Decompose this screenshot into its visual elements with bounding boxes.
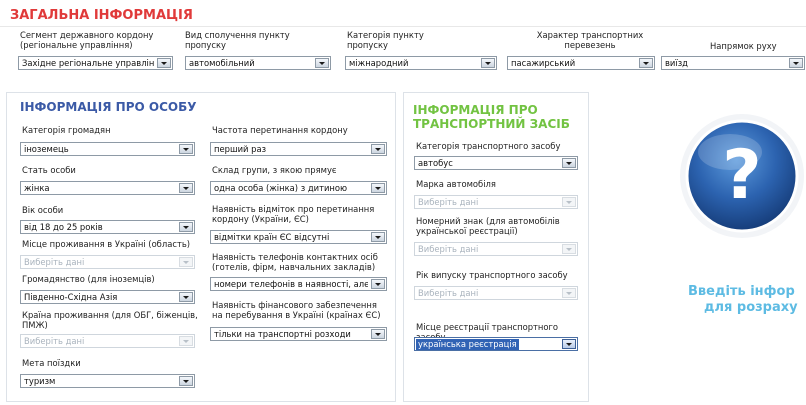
residence-country-select[interactable]: Виберіть дані — [20, 334, 195, 348]
dropdown-arrow-icon[interactable] — [371, 329, 385, 339]
dropdown-arrow-icon[interactable] — [179, 292, 193, 302]
hint-line2: для розраху — [704, 300, 798, 315]
sex-label: Стать особи — [22, 165, 76, 175]
phones-select[interactable]: номери телефонів в наявності, але не — [210, 277, 387, 291]
connection-select[interactable]: автомобільний — [185, 56, 331, 70]
dropdown-arrow-icon[interactable] — [562, 339, 576, 349]
dropdown-arrow-icon[interactable] — [562, 244, 576, 254]
residence-region-label: Місце проживання в Україні (область) — [22, 239, 191, 249]
category-select[interactable]: міжнародний — [345, 56, 497, 70]
general-divider — [0, 26, 806, 27]
vehicle-category-select[interactable]: автобус — [414, 156, 578, 170]
brand-label: Марка автомобіля — [416, 179, 496, 189]
transport-select[interactable]: пасажирський — [507, 56, 655, 70]
dropdown-arrow-icon[interactable] — [315, 58, 329, 68]
direction-label: Напрямок руху — [710, 41, 777, 51]
year-label: Рік випуску транспортного засобу — [416, 270, 568, 280]
vehicle-category-value: автобус — [418, 158, 453, 168]
frequency-select[interactable]: перший раз — [210, 142, 387, 156]
citizenship-value: Південно-Східна Азія — [24, 292, 118, 302]
citizenship-label: Громадянство (для іноземців) — [22, 274, 155, 284]
direction-value: виїзд — [665, 58, 688, 68]
stamps-select[interactable]: відмітки країн ЄС відсутні — [210, 230, 387, 244]
help-icon: ? — [660, 92, 806, 276]
svg-text:?: ? — [722, 136, 761, 215]
plate-select[interactable]: Виберіть дані — [414, 242, 578, 256]
dropdown-arrow-icon[interactable] — [562, 288, 576, 298]
connection-label: Вид сполучення пункту пропуску — [185, 30, 290, 50]
purpose-select[interactable]: туризм — [20, 374, 195, 388]
transport-label: Характер транспортних перевезень — [536, 30, 644, 50]
citizen-category-select[interactable]: іноземець — [20, 142, 195, 156]
residence-country-label: Країна проживання (для ОБГ, біженців, ПМ… — [22, 310, 198, 330]
purpose-value: туризм — [24, 376, 56, 386]
dropdown-arrow-icon[interactable] — [562, 197, 576, 207]
person-info-title: ІНФОРМАЦІЯ ПРО ОСОБУ — [20, 100, 197, 114]
plate-label: Номерний знак (для автомобілів українськ… — [416, 216, 560, 236]
sex-select[interactable]: жінка — [20, 181, 195, 195]
registration-select[interactable]: українська реєстрація — [414, 337, 578, 351]
group-select[interactable]: одна особа (жінка) з дитиною — [210, 181, 387, 195]
dropdown-arrow-icon[interactable] — [371, 279, 385, 289]
phones-value: номери телефонів в наявності, але не — [214, 279, 368, 289]
finance-label: Наявність фінансового забезпечення на пе… — [212, 300, 381, 320]
dropdown-arrow-icon[interactable] — [371, 144, 385, 154]
residence-region-select[interactable]: Виберіть дані — [20, 255, 195, 269]
segment-select[interactable]: Західне регіональне управлінн — [18, 56, 173, 70]
citizen-category-label: Категорія громадян — [22, 125, 111, 135]
dropdown-arrow-icon[interactable] — [179, 222, 193, 232]
segment-value: Західне регіональне управлінн — [22, 58, 154, 68]
category-label: Категорія пункту пропуску — [347, 30, 424, 50]
dropdown-arrow-icon[interactable] — [371, 183, 385, 193]
brand-select[interactable]: Виберіть дані — [414, 195, 578, 209]
age-label: Вік особи — [22, 205, 64, 215]
dropdown-arrow-icon[interactable] — [179, 183, 193, 193]
registration-value: українська реєстрація — [416, 339, 519, 350]
plate-value: Виберіть дані — [418, 244, 479, 254]
vehicle-category-label: Категорія транспортного засобу — [416, 141, 561, 151]
dropdown-arrow-icon[interactable] — [481, 58, 495, 68]
connection-value: автомобільний — [189, 58, 255, 68]
direction-select[interactable]: виїзд — [661, 56, 805, 70]
stamps-value: відмітки країн ЄС відсутні — [214, 232, 330, 242]
frequency-label: Частота перетинання кордону — [212, 125, 348, 135]
dropdown-arrow-icon[interactable] — [179, 144, 193, 154]
year-select[interactable]: Виберіть дані — [414, 286, 578, 300]
finance-select[interactable]: тільки на транспортні розходи — [210, 327, 387, 341]
purpose-label: Мета поїздки — [22, 358, 81, 368]
general-info-title: ЗАГАЛЬНА ІНФОРМАЦІЯ — [10, 8, 193, 23]
dropdown-arrow-icon[interactable] — [157, 58, 171, 68]
sex-value: жінка — [24, 183, 50, 193]
vehicle-title-line2: ТРАНСПОРТНИЙ ЗАСІБ — [413, 117, 570, 131]
citizenship-select[interactable]: Південно-Східна Азія — [20, 290, 195, 304]
year-value: Виберіть дані — [418, 288, 479, 298]
dropdown-arrow-icon[interactable] — [371, 232, 385, 242]
segment-label: Сегмент державного кордону (регіональне … — [20, 30, 154, 50]
group-value: одна особа (жінка) з дитиною — [214, 183, 348, 193]
stamps-label: Наявність відміток про перетинання кордо… — [212, 204, 375, 224]
transport-value: пасажирський — [511, 58, 576, 68]
residence-region-value: Виберіть дані — [24, 257, 85, 267]
age-value: від 18 до 25 років — [24, 222, 103, 232]
dropdown-arrow-icon[interactable] — [179, 376, 193, 386]
dropdown-arrow-icon[interactable] — [789, 58, 803, 68]
residence-country-value: Виберіть дані — [24, 336, 85, 346]
vehicle-title-line1: ІНФОРМАЦІЯ ПРО — [413, 103, 538, 117]
dropdown-arrow-icon[interactable] — [179, 257, 193, 267]
dropdown-arrow-icon[interactable] — [179, 336, 193, 346]
finance-value: тільки на транспортні розходи — [214, 329, 351, 339]
group-label: Склад групи, з якою прямує — [212, 165, 337, 175]
dropdown-arrow-icon[interactable] — [639, 58, 653, 68]
citizen-category-value: іноземець — [24, 144, 69, 154]
frequency-value: перший раз — [214, 144, 267, 154]
dropdown-arrow-icon[interactable] — [562, 158, 576, 168]
age-select[interactable]: від 18 до 25 років — [20, 220, 195, 234]
phones-label: Наявність телефонів контактних осіб (гот… — [212, 252, 378, 272]
brand-value: Виберіть дані — [418, 197, 479, 207]
category-value: міжнародний — [349, 58, 409, 68]
hint-line1: Введіть інфор — [688, 284, 795, 299]
